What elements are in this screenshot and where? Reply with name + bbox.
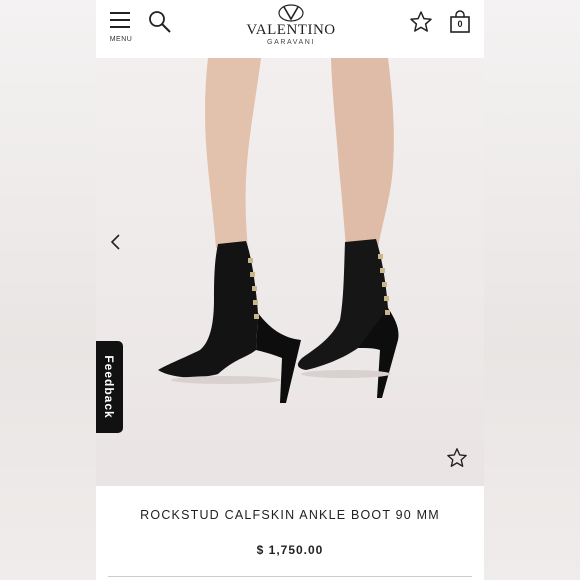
star-icon	[447, 448, 467, 467]
product-title: ROCKSTUD CALFSKIN ANKLE BOOT 90 MM	[140, 508, 440, 522]
feedback-label: Feedback	[102, 355, 116, 419]
chevron-left-icon	[110, 234, 120, 250]
menu-label: MENU	[109, 36, 133, 43]
wishlist-button[interactable]	[409, 10, 433, 34]
add-to-wishlist-button[interactable]	[446, 447, 468, 469]
search-icon	[149, 11, 171, 33]
brand-subname: GARAVANI	[267, 39, 315, 46]
site-header: MENU VALENTINO GARAVANI 0	[96, 0, 484, 58]
hamburger-icon	[110, 12, 130, 14]
bag-count: 0	[457, 19, 463, 29]
search-button[interactable]	[148, 10, 172, 34]
menu-button[interactable]: MENU	[108, 10, 132, 44]
v-logo-icon	[278, 4, 304, 22]
product-photo	[158, 58, 399, 403]
previous-image-button[interactable]	[106, 232, 126, 252]
shopping-bag-button[interactable]: 0	[449, 10, 471, 34]
star-icon	[410, 11, 432, 32]
feedback-tab[interactable]: Feedback	[96, 341, 123, 433]
hamburger-icon-bar	[110, 26, 130, 28]
product-image-gallery[interactable]: Feedback	[96, 58, 484, 486]
product-price: $ 1,750.00	[256, 543, 324, 557]
product-info: ROCKSTUD CALFSKIN ANKLE BOOT 90 MM $ 1,7…	[96, 486, 484, 580]
divider	[108, 576, 472, 577]
mobile-page: MENU VALENTINO GARAVANI 0 Feedback ROCKS…	[96, 0, 484, 580]
background-right	[484, 0, 580, 580]
brand-logo[interactable]: VALENTINO GARAVANI	[241, 4, 341, 54]
background-left	[0, 0, 96, 580]
brand-name: VALENTINO	[246, 22, 336, 38]
hamburger-icon-bar	[110, 19, 130, 21]
